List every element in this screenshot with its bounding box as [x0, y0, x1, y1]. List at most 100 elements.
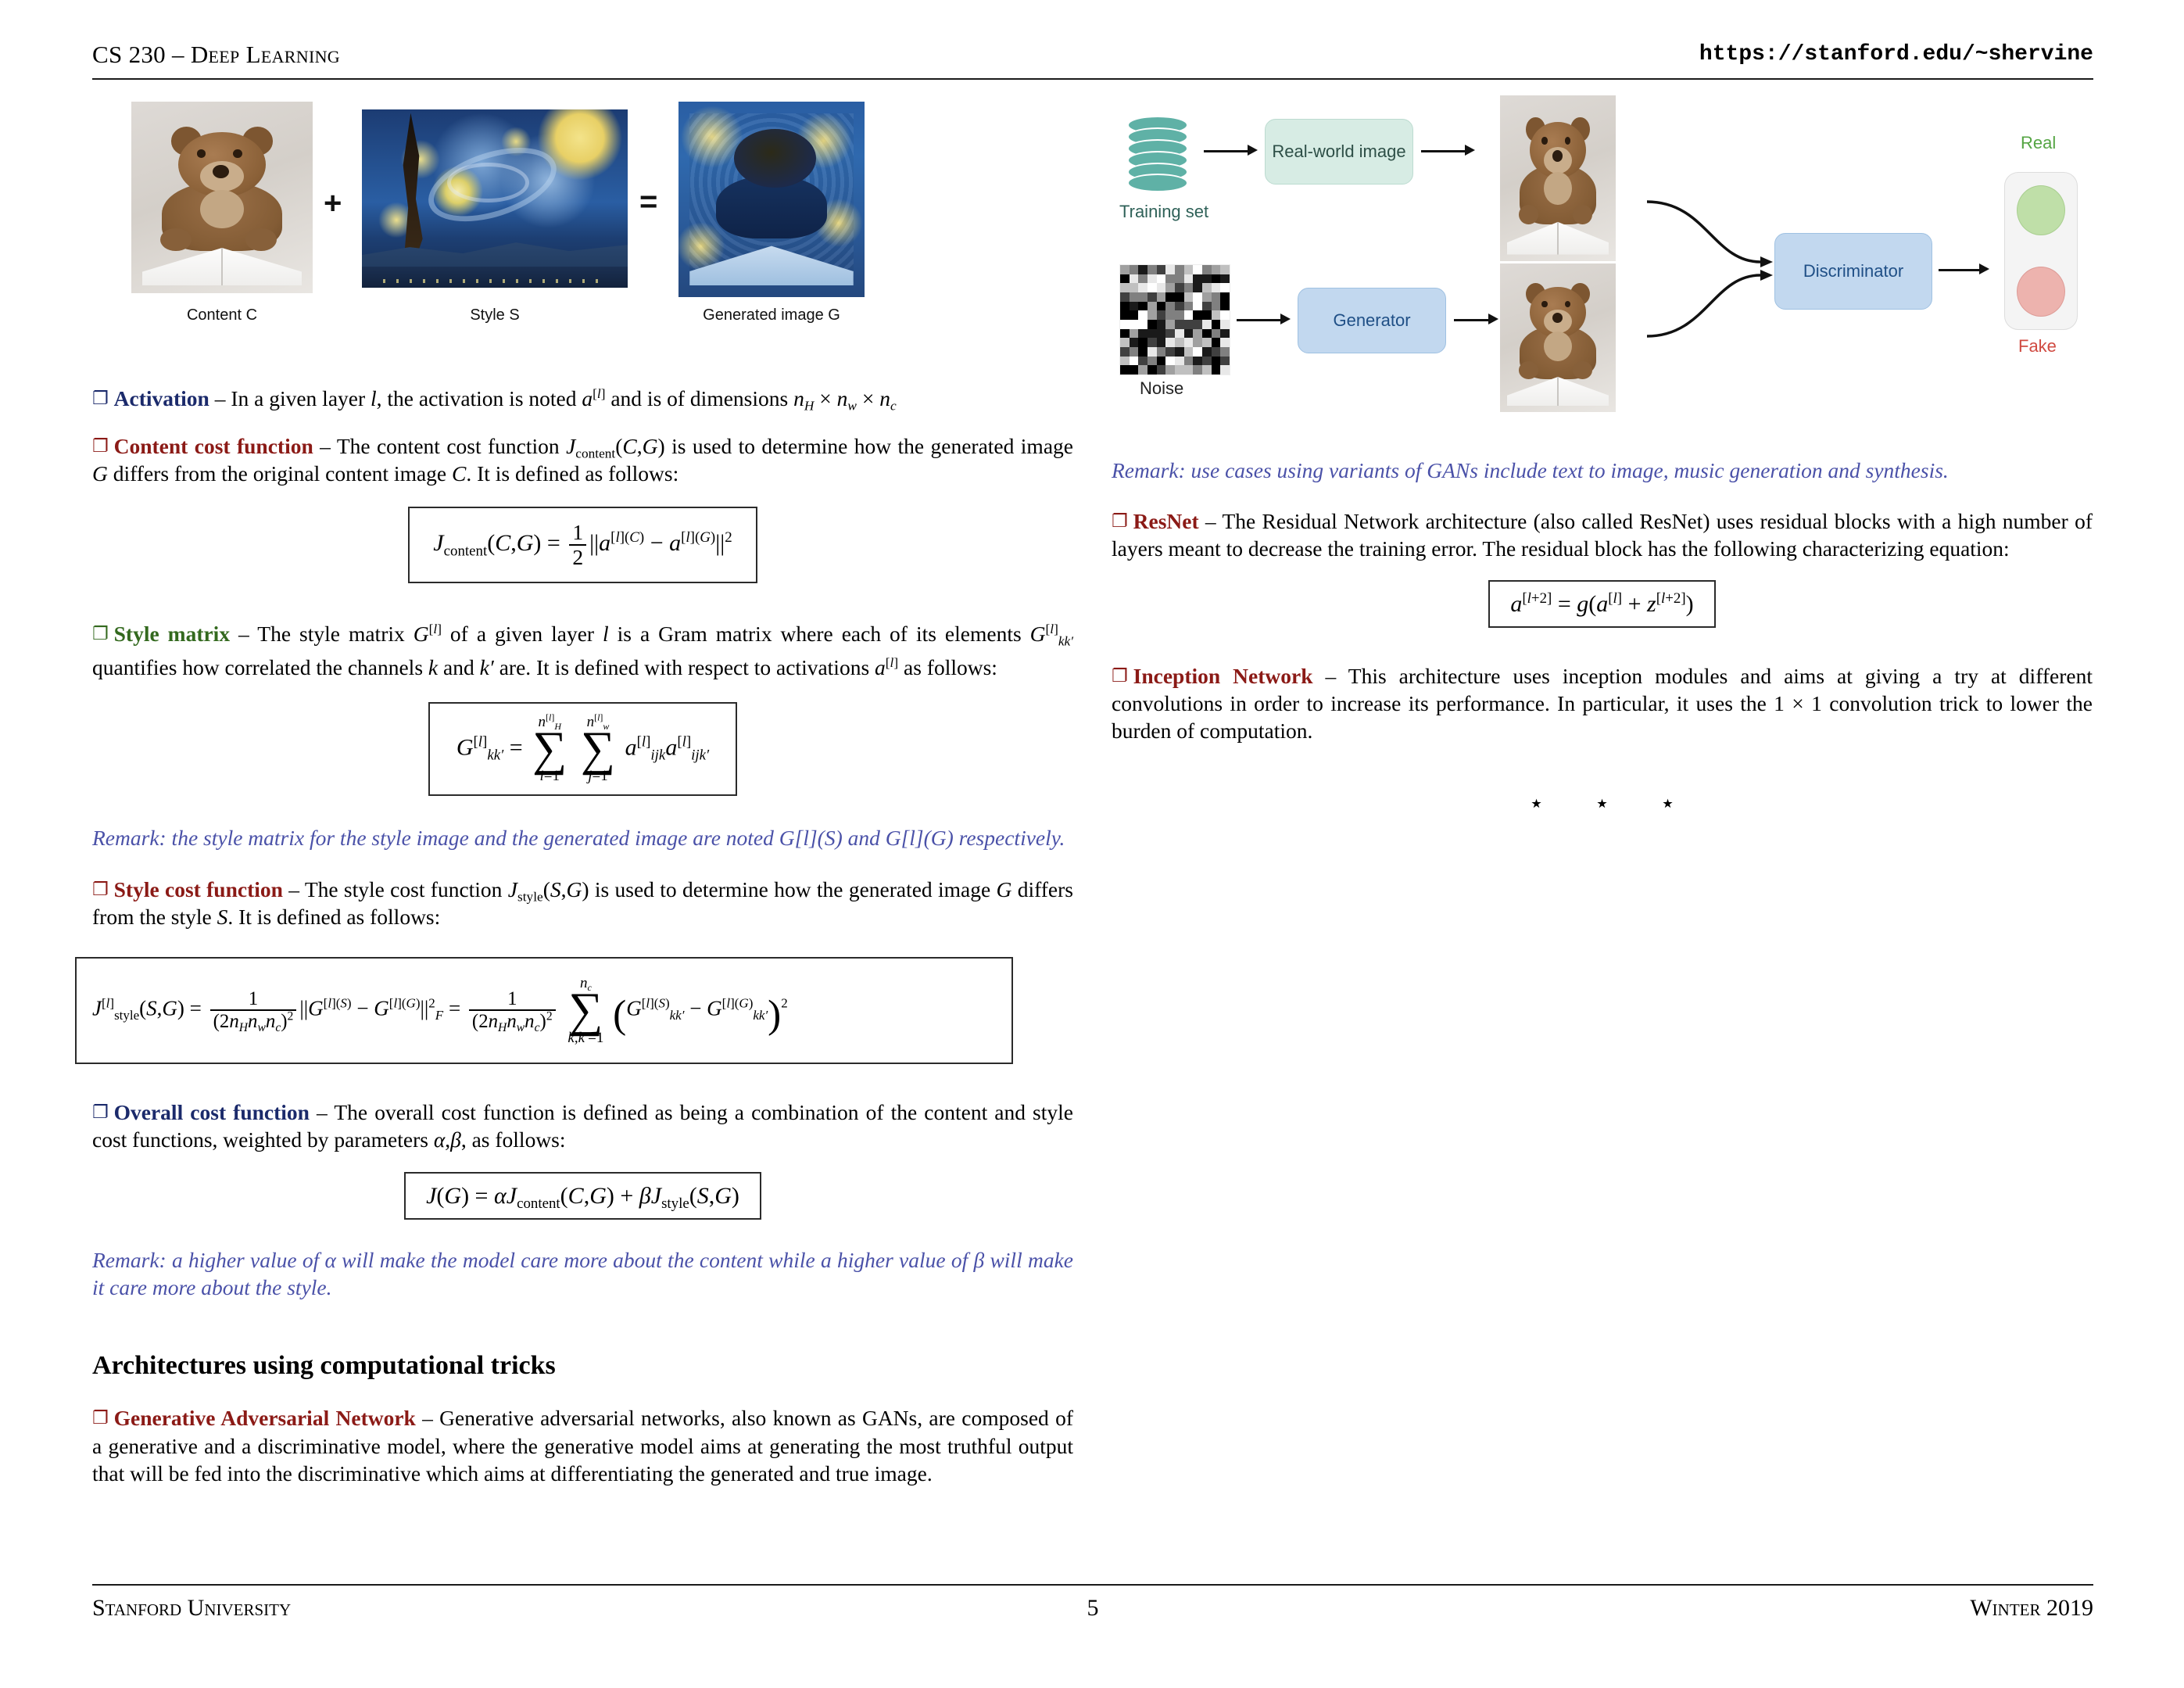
teddy-paw-left [1518, 361, 1538, 380]
course-url[interactable]: https://stanford.edu/~shervine [1699, 42, 2093, 66]
noise-cell [1165, 292, 1175, 302]
noise-cell [1147, 347, 1157, 357]
header-rule [92, 78, 2093, 80]
course-title: CS 230 – Deep Learning [92, 41, 340, 69]
style-matrix-paragraph: ❐ Style matrix – The style matrix G[l] of… [92, 622, 1074, 679]
inception-paragraph: ❐ Inception Network – This architecture u… [1112, 663, 2093, 743]
noise-cell [1175, 320, 1184, 329]
teddy-eye-left [1541, 300, 1548, 308]
content-caption: Content C [186, 306, 258, 324]
noise-cell [1129, 328, 1139, 339]
noise-cell [1183, 292, 1194, 302]
noise-cell [1220, 301, 1230, 311]
noise-cell [1183, 347, 1194, 357]
noise-cell [1120, 328, 1130, 339]
footer-page-number: 5 [1087, 1595, 1099, 1621]
noise-cell [1183, 320, 1194, 329]
generated-teddy-head [734, 129, 817, 188]
remark-gan-text: Remark: use cases using variants of GANs… [1112, 458, 1949, 482]
noise-cell [1202, 320, 1212, 329]
style-cost-equation-wrap: J[l]style(S,G) = 1 (2nHnwnc)2 ||G[l](S) − … [75, 956, 1073, 1064]
noise-cell [1183, 310, 1194, 320]
noise-cell [1202, 265, 1212, 274]
activation-dash: – [209, 386, 231, 410]
bullet-icon: ❐ [92, 624, 109, 645]
noise-cell [1220, 347, 1230, 357]
arrow-head-icon [1979, 263, 1989, 274]
noise-cell [1129, 347, 1139, 357]
noise-cell [1120, 274, 1130, 284]
noise-cell [1220, 328, 1230, 339]
noise-cell [1220, 356, 1230, 366]
noise-matrix [1119, 264, 1230, 375]
noise-cell [1147, 292, 1157, 302]
sum-i: n[l]H ∑ i=1 [532, 711, 567, 785]
noise-cell [1147, 310, 1157, 320]
noise-cell [1138, 356, 1147, 366]
noise-cell [1175, 265, 1184, 274]
teddy-chest [1544, 332, 1572, 362]
noise-cell [1211, 283, 1221, 292]
generated-illustration [678, 102, 865, 297]
style-matrix-equation-wrap: G[l]kk′ = n[l]H ∑ i=1 n[l]w ∑ j=1 a[l]ij… [92, 701, 1073, 797]
noise-cell [1220, 292, 1230, 302]
database-icon [1127, 116, 1188, 192]
noise-cell [1120, 301, 1130, 311]
noise-cell [1175, 347, 1184, 357]
teddy-paw-left [1518, 204, 1538, 225]
noise-cell [1165, 301, 1175, 311]
remark-style-matrix-text: Remark: the style matrix for the style i… [92, 826, 1065, 851]
noise-cell [1120, 338, 1130, 347]
noise-cell [1165, 320, 1175, 329]
noise-cell [1202, 365, 1212, 375]
style-image [362, 109, 628, 288]
noise-cell [1165, 310, 1175, 320]
noise-cell [1165, 338, 1175, 347]
noise-cell [1120, 292, 1130, 302]
noise-cell [1183, 328, 1194, 339]
left-column: + = Content C Style S Generated image G … [75, 102, 1074, 1487]
noise-grid [1120, 265, 1230, 375]
arrow-generator-to-image [1454, 319, 1490, 321]
activation-paragraph: ❐ Activation – In a given layer l, the ac… [92, 385, 897, 414]
inception-block: ❐ Inception Network – This architecture u… [1112, 662, 2093, 745]
noise-cell [1156, 265, 1166, 274]
noise-cell [1175, 292, 1184, 302]
noise-cell [1183, 301, 1194, 311]
style-cost-paragraph: ❐ Style cost function – The style cost fu… [92, 876, 1074, 929]
noise-cell [1147, 265, 1157, 274]
noise-cell [1211, 292, 1221, 302]
noise-cell [1175, 274, 1184, 284]
real-world-image-label: Real-world image [1272, 142, 1406, 161]
resnet-paragraph: ❐ ResNet – The Residual Network architect… [1112, 509, 2093, 561]
style-caption: Style S [470, 306, 520, 324]
noise-cell [1129, 338, 1139, 347]
sum-kk: nc ∑ k,k′=1 [567, 974, 604, 1046]
overall-cost-block: ❐ Overall cost function – The overall cos… [92, 1098, 1073, 1153]
overall-cost-paragraph: ❐ Overall cost function – The overall cos… [92, 1099, 1073, 1152]
footer-term: Winter 2019 [1970, 1595, 2093, 1621]
noise-cell [1220, 274, 1230, 284]
remark-style-matrix-block: Remark: the style matrix for the style i… [92, 824, 1073, 851]
noise-cell [1211, 265, 1221, 274]
noise-cell [1129, 265, 1139, 274]
course-title-text: CS 230 – Deep Learning [92, 41, 340, 68]
teddy-nose [1552, 149, 1563, 162]
style-matrix-equation: G[l]kk′ = n[l]H ∑ i=1 n[l]w ∑ j=1 a[l]ij… [428, 701, 738, 797]
training-set-label: Training set [1119, 202, 1209, 221]
teddy-chest [1544, 171, 1572, 205]
noise-cell [1202, 310, 1212, 320]
starry-night-illustration [362, 109, 628, 288]
noise-cell [1120, 365, 1130, 375]
discriminator-node: Discriminator [1774, 233, 1932, 310]
noise-cell [1183, 365, 1194, 375]
remark-overall-block: Remark: a higher value of α will make th… [92, 1246, 1073, 1301]
hills [362, 242, 628, 271]
gan-architecture-figure: Training set Real-world image Noise Gene… [1112, 95, 2116, 414]
noise-cell [1211, 310, 1221, 320]
generator-node: Generator [1298, 288, 1446, 353]
noise-cell [1193, 301, 1202, 311]
teddy-paw-left [160, 228, 192, 252]
activation-block: ❐ Activation – In a given layer l, the ac… [92, 385, 1073, 414]
bullet-icon: ❐ [1112, 511, 1128, 532]
